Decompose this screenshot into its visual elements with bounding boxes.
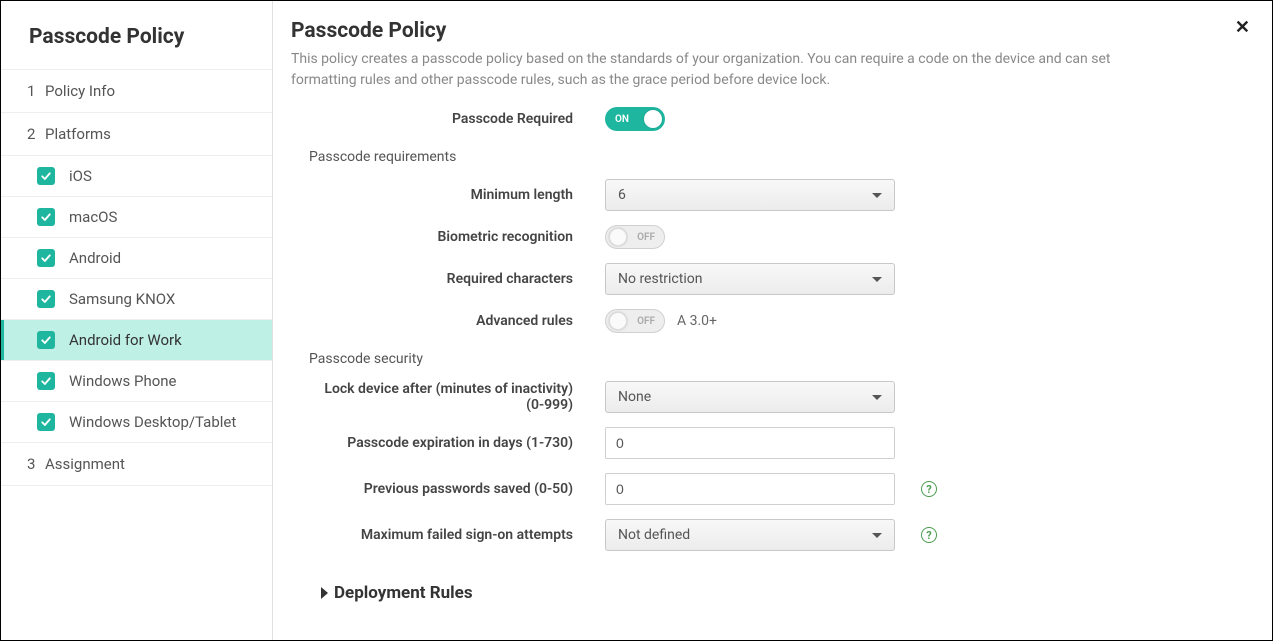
- row-min-length: Minimum length 6: [305, 179, 1244, 211]
- checkbox-icon: [37, 249, 55, 267]
- checkbox-icon: [37, 331, 55, 349]
- sidebar-platform-item[interactable]: Windows Desktop/Tablet: [1, 401, 272, 442]
- sidebar-platform-label: Android: [69, 249, 121, 267]
- chevron-down-icon: [872, 277, 882, 282]
- check-icon: [40, 170, 52, 182]
- checkbox-icon: [37, 208, 55, 226]
- sidebar-platform-item[interactable]: Android: [1, 237, 272, 278]
- check-icon: [40, 252, 52, 264]
- chevron-down-icon: [872, 193, 882, 198]
- nav-step-platforms[interactable]: 2 Platforms: [1, 112, 272, 155]
- row-biometric: Biometric recognition OFF: [305, 225, 1244, 249]
- nav-step-assignment[interactable]: 3 Assignment: [1, 442, 272, 486]
- help-icon[interactable]: ?: [921, 527, 937, 543]
- sidebar-platform-item[interactable]: Windows Phone: [1, 360, 272, 401]
- row-advanced-rules: Advanced rules OFF A 3.0+: [305, 309, 1244, 333]
- nav-step-label: Policy Info: [45, 82, 115, 100]
- sidebar-platform-item[interactable]: Samsung KNOX: [1, 278, 272, 319]
- label-required-chars: Required characters: [305, 271, 605, 287]
- toggle-state-text: ON: [615, 114, 629, 125]
- label-lock-after: Lock device after (minutes of inactivity…: [305, 381, 605, 413]
- toggle-knob: [644, 110, 662, 128]
- check-icon: [40, 293, 52, 305]
- label-max-failed: Maximum failed sign-on attempts: [305, 527, 605, 543]
- app-window: Passcode Policy 1 Policy Info 2 Platform…: [0, 0, 1273, 641]
- sidebar-platform-label: Android for Work: [69, 331, 182, 349]
- check-icon: [40, 416, 52, 428]
- sidebar-platform-label: iOS: [69, 167, 92, 185]
- section-header-requirements: Passcode requirements: [305, 145, 1244, 179]
- nav-step-label: Assignment: [45, 455, 125, 473]
- toggle-passcode-required[interactable]: ON: [605, 107, 665, 131]
- nav-step-number: 2: [27, 125, 45, 143]
- main-panel: ✕ Passcode Policy This policy creates a …: [273, 1, 1272, 640]
- toggle-state-text: OFF: [637, 316, 655, 327]
- chevron-right-icon: [321, 587, 328, 599]
- row-passcode-required: Passcode Required ON: [305, 107, 1244, 131]
- page-title: Passcode Policy: [291, 19, 1244, 43]
- sidebar-platform-item[interactable]: macOS: [1, 196, 272, 237]
- toggle-knob: [609, 228, 627, 246]
- select-min-length[interactable]: 6: [605, 179, 895, 211]
- toggle-advanced-rules[interactable]: OFF: [605, 309, 665, 333]
- sidebar-platform-label: macOS: [69, 208, 117, 226]
- nav-step-policy-info[interactable]: 1 Policy Info: [1, 69, 272, 112]
- page-description: This policy creates a passcode policy ba…: [291, 49, 1171, 91]
- chevron-down-icon: [872, 395, 882, 400]
- deployment-rules-toggle[interactable]: Deployment Rules: [305, 583, 1244, 603]
- toggle-knob: [609, 312, 627, 330]
- nav-step-label: Platforms: [45, 125, 111, 143]
- close-button[interactable]: ✕: [1235, 17, 1250, 38]
- input-expiration[interactable]: [605, 427, 895, 459]
- check-icon: [40, 211, 52, 223]
- row-expiration: Passcode expiration in days (1-730): [305, 427, 1244, 459]
- checkbox-icon: [37, 372, 55, 390]
- select-value: No restriction: [618, 271, 702, 287]
- row-max-failed: Maximum failed sign-on attempts Not defi…: [305, 519, 1244, 551]
- help-icon[interactable]: ?: [921, 481, 937, 497]
- close-icon: ✕: [1235, 17, 1250, 38]
- sidebar: Passcode Policy 1 Policy Info 2 Platform…: [1, 1, 273, 640]
- check-icon: [40, 375, 52, 387]
- select-required-chars[interactable]: No restriction: [605, 263, 895, 295]
- label-min-length: Minimum length: [305, 187, 605, 203]
- select-max-failed[interactable]: Not defined: [605, 519, 895, 551]
- label-passcode-required: Passcode Required: [305, 111, 605, 127]
- label-biometric: Biometric recognition: [305, 229, 605, 245]
- label-prev-saved: Previous passwords saved (0-50): [305, 481, 605, 497]
- toggle-biometric[interactable]: OFF: [605, 225, 665, 249]
- select-value: Not defined: [618, 527, 690, 543]
- sidebar-platform-label: Windows Phone: [69, 372, 177, 390]
- toggle-state-text: OFF: [637, 232, 655, 243]
- label-advanced-rules: Advanced rules: [305, 313, 605, 329]
- section-header-security: Passcode security: [305, 347, 1244, 381]
- row-required-chars: Required characters No restriction: [305, 263, 1244, 295]
- row-lock-after: Lock device after (minutes of inactivity…: [305, 381, 1244, 413]
- form-area: Passcode Required ON Passcode requiremen…: [305, 107, 1244, 603]
- nav-step-number: 3: [27, 455, 45, 473]
- sidebar-platform-label: Samsung KNOX: [69, 290, 175, 308]
- check-icon: [40, 334, 52, 346]
- sidebar-platform-item[interactable]: Android for Work: [1, 319, 272, 360]
- hint-advanced-rules: A 3.0+: [677, 313, 717, 329]
- sidebar-platform-item[interactable]: iOS: [1, 155, 272, 196]
- select-lock-after[interactable]: None: [605, 381, 895, 413]
- select-value: 6: [618, 187, 626, 203]
- select-value: None: [618, 389, 651, 405]
- chevron-down-icon: [872, 533, 882, 538]
- label-expiration: Passcode expiration in days (1-730): [305, 435, 605, 451]
- row-prev-saved: Previous passwords saved (0-50) ?: [305, 473, 1244, 505]
- nav-step-number: 1: [27, 82, 45, 100]
- checkbox-icon: [37, 290, 55, 308]
- sidebar-title: Passcode Policy: [1, 1, 272, 69]
- deployment-rules-label: Deployment Rules: [334, 583, 473, 603]
- sidebar-platform-label: Windows Desktop/Tablet: [69, 413, 236, 431]
- checkbox-icon: [37, 167, 55, 185]
- checkbox-icon: [37, 413, 55, 431]
- platform-list: iOS macOS Android Samsung KNOX Android for W…: [1, 155, 272, 442]
- input-prev-saved[interactable]: [605, 473, 895, 505]
